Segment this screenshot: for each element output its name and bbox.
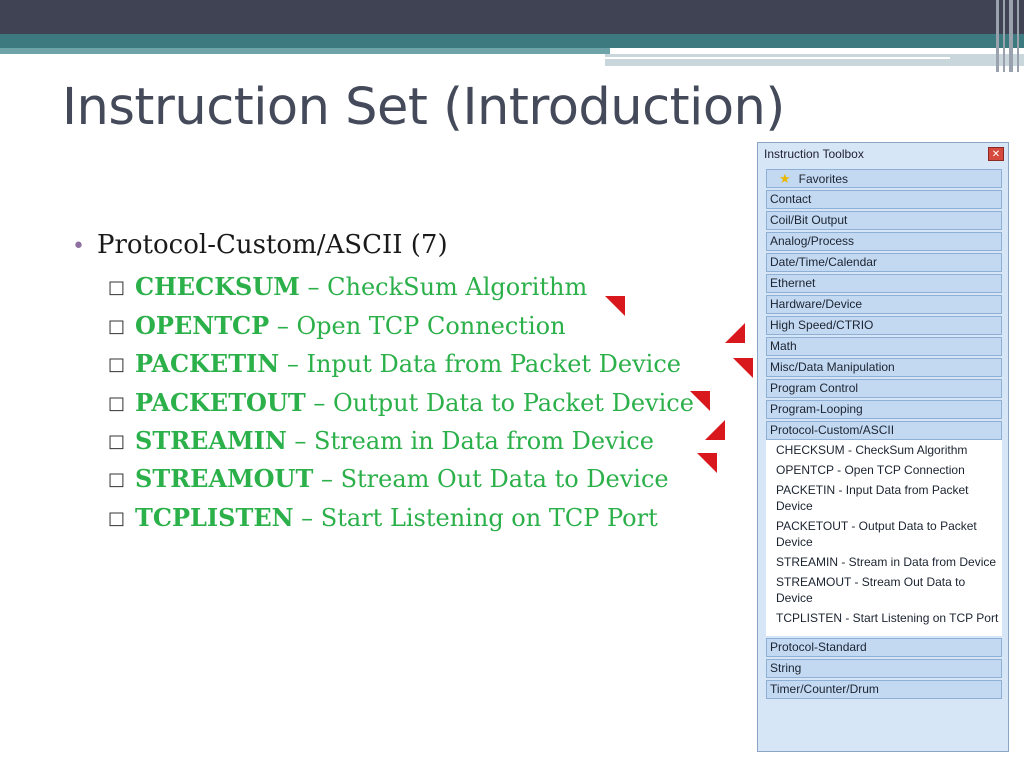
instruction-desc: – Input Data from Packet Device xyxy=(279,350,681,378)
header-band-teal-light xyxy=(0,48,610,54)
header-vbar xyxy=(996,0,999,72)
category-item-expanded[interactable]: Protocol-Custom/ASCII xyxy=(766,421,1002,440)
category-item[interactable]: High Speed/CTRIO xyxy=(766,316,1002,335)
sub-bullet: □ OPENTCP – Open TCP Connection xyxy=(108,311,566,340)
red-arrow-icon xyxy=(725,323,745,343)
square-bullet-icon: □ xyxy=(108,393,126,414)
instruction-desc: – Stream in Data from Device xyxy=(286,427,654,455)
square-bullet-icon: □ xyxy=(108,508,126,529)
category-label: Favorites xyxy=(798,172,849,186)
category-item[interactable]: Analog/Process xyxy=(766,232,1002,251)
red-arrow-icon xyxy=(705,420,725,440)
category-item[interactable]: Hardware/Device xyxy=(766,295,1002,314)
instruction-code: CHECKSUM xyxy=(135,272,300,301)
red-arrow-icon xyxy=(605,296,625,316)
square-bullet-icon: □ xyxy=(108,354,126,375)
instruction-item[interactable]: STREAMOUT - Stream Out Data to Device xyxy=(766,574,1002,606)
square-bullet-icon: □ xyxy=(108,316,126,337)
square-bullet-icon: □ xyxy=(108,277,126,298)
category-item[interactable]: Date/Time/Calendar xyxy=(766,253,1002,272)
toolbox-list: ★ Favorites Contact Coil/Bit Output Analo… xyxy=(766,169,1002,701)
instruction-desc: – Start Listening on TCP Port xyxy=(293,504,658,532)
instruction-desc: – CheckSum Algorithm xyxy=(299,273,588,301)
category-item[interactable]: String xyxy=(766,659,1002,678)
slide-title: Instruction Set (Introduction) xyxy=(62,78,785,137)
sub-bullet: □ TCPLISTEN – Start Listening on TCP Port xyxy=(108,503,658,532)
category-item[interactable]: Math xyxy=(766,337,1002,356)
header-vbar xyxy=(1017,0,1019,72)
toolbox-title: Instruction Toolbox xyxy=(764,147,864,161)
header-strip xyxy=(605,54,1024,66)
instruction-desc: – Output Data to Packet Device xyxy=(305,389,694,417)
instruction-item[interactable]: PACKETOUT - Output Data to Packet Device xyxy=(766,518,1002,550)
header-vbar xyxy=(1009,0,1013,72)
instruction-code: TCPLISTEN xyxy=(135,503,294,532)
instruction-item[interactable]: CHECKSUM - CheckSum Algorithm xyxy=(766,442,1002,458)
instruction-desc: – Open TCP Connection xyxy=(269,312,566,340)
instruction-code: OPENTCP xyxy=(135,311,270,340)
sub-bullet: □ STREAMOUT – Stream Out Data to Device xyxy=(108,464,669,493)
sub-bullet: □ STREAMIN – Stream in Data from Device xyxy=(108,426,654,455)
close-icon[interactable]: ✕ xyxy=(988,147,1004,161)
header-vbar xyxy=(1003,0,1005,72)
red-arrow-icon xyxy=(697,453,717,473)
instruction-item[interactable]: OPENTCP - Open TCP Connection xyxy=(766,462,1002,478)
instruction-code: PACKETOUT xyxy=(135,388,306,417)
category-item[interactable]: Ethernet xyxy=(766,274,1002,293)
category-item[interactable]: Program-Looping xyxy=(766,400,1002,419)
red-arrow-icon xyxy=(690,391,710,411)
instruction-item[interactable]: STREAMIN - Stream in Data from Device xyxy=(766,554,1002,570)
main-bullet-text: Protocol-Custom/ASCII (7) xyxy=(96,230,448,260)
instruction-code: STREAMIN xyxy=(135,426,287,455)
instruction-code: PACKETIN xyxy=(135,349,280,378)
instruction-desc: – Stream Out Data to Device xyxy=(313,465,669,493)
sub-bullet: □ PACKETIN – Input Data from Packet Devic… xyxy=(108,349,681,378)
expanded-instruction-list: CHECKSUM - CheckSum Algorithm OPENTCP - … xyxy=(766,440,1002,636)
category-item[interactable]: Timer/Counter/Drum xyxy=(766,680,1002,699)
instruction-item[interactable]: PACKETIN - Input Data from Packet Device xyxy=(766,482,1002,514)
square-bullet-icon: □ xyxy=(108,431,126,452)
red-arrow-icon xyxy=(733,358,753,378)
category-item[interactable]: Program Control xyxy=(766,379,1002,398)
header-band-teal xyxy=(0,34,1024,48)
category-item[interactable]: Protocol-Standard xyxy=(766,638,1002,657)
category-favorites[interactable]: ★ Favorites xyxy=(766,169,1002,188)
sub-bullet: □ CHECKSUM – CheckSum Algorithm xyxy=(108,272,587,301)
square-bullet-icon: □ xyxy=(108,469,126,490)
category-item[interactable]: Misc/Data Manipulation xyxy=(766,358,1002,377)
sub-bullet: □ PACKETOUT – Output Data to Packet Devic… xyxy=(108,388,694,417)
instruction-toolbox: Instruction Toolbox ✕ ★ Favorites Contact… xyxy=(757,142,1009,752)
category-item[interactable]: Contact xyxy=(766,190,1002,209)
bullet-dot-icon: • xyxy=(72,234,85,259)
star-icon: ★ xyxy=(779,171,791,186)
category-item[interactable]: Coil/Bit Output xyxy=(766,211,1002,230)
header-band-dark xyxy=(0,0,1024,34)
main-bullet: • Protocol-Custom/ASCII (7) xyxy=(72,230,448,260)
instruction-code: STREAMOUT xyxy=(135,464,314,493)
instruction-item[interactable]: TCPLISTEN - Start Listening on TCP Port xyxy=(766,610,1002,626)
header-line xyxy=(605,57,950,59)
